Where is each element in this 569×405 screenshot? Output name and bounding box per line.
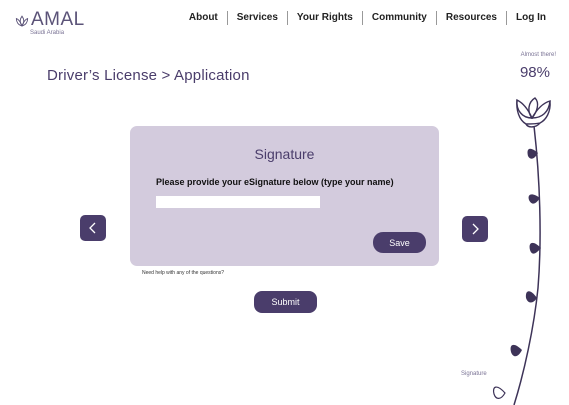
logo-row: AMAL (14, 10, 85, 29)
rose-progress-icon (492, 97, 551, 405)
signature-prompt: Please provide your eSignature below (ty… (156, 177, 394, 187)
nav-log-in[interactable]: Log In (507, 11, 555, 25)
help-link[interactable]: Need help with any of the questions? (142, 270, 224, 276)
nav-about[interactable]: About (180, 11, 227, 25)
signature-input[interactable] (156, 196, 320, 208)
previous-question-button[interactable] (80, 215, 106, 241)
rose-bloom-icon (516, 97, 551, 128)
progress-value: 98% (519, 64, 550, 81)
top-nav: About Services Your Rights Community Res… (180, 11, 555, 25)
chevron-left-icon (89, 222, 96, 234)
nav-resources[interactable]: Resources (437, 11, 506, 25)
nav-community[interactable]: Community (363, 11, 436, 25)
submit-button[interactable]: Submit (254, 291, 317, 313)
nav-your-rights[interactable]: Your Rights (288, 11, 362, 25)
brand-subtitle: Saudi Arabia (30, 30, 65, 36)
brand-logo[interactable]: AMAL Saudi Arabia (14, 10, 85, 36)
rose-leaves (510, 148, 541, 357)
page: AMAL Saudi Arabia About Services Your Ri… (0, 0, 569, 405)
brand-name: AMAL (31, 9, 85, 30)
progress-label: Almost there! (520, 52, 556, 58)
card-title: Signature (254, 146, 315, 162)
save-button[interactable]: Save (373, 232, 426, 253)
page-title: Driver’s License > Application (47, 67, 250, 84)
signature-card: Signature Please provide your eSignature… (130, 126, 439, 266)
rose-leaf-outline (492, 386, 506, 399)
nav-services[interactable]: Services (228, 11, 287, 25)
rose-stem (513, 125, 541, 405)
lotus-icon (15, 15, 29, 27)
step-label: Signature (461, 371, 487, 377)
